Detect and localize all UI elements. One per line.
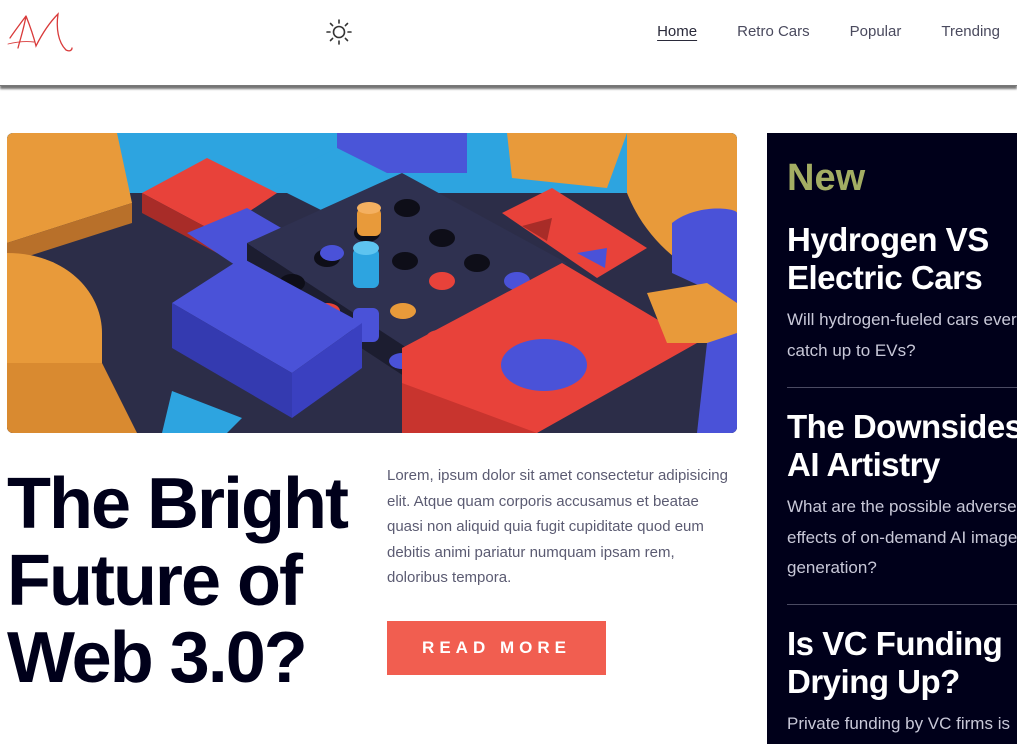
new-article-item[interactable]: Is VC Funding Drying Up? Private funding… — [787, 625, 1017, 744]
new-article-summary: Will hydrogen-fueled cars ever catch up … — [787, 310, 1017, 360]
nav-home[interactable]: Home — [657, 22, 697, 42]
nav-retro-cars[interactable]: Retro Cars — [737, 22, 810, 42]
new-article-summary: What are the possible adverse effects of… — [787, 497, 1017, 577]
read-more-button[interactable]: READ MORE — [387, 621, 606, 675]
divider — [787, 604, 1017, 605]
new-article-item[interactable]: The Downsides of AI Artistry What are th… — [787, 408, 1017, 584]
new-article-title[interactable]: The Downsides of AI Artistry — [787, 408, 1017, 484]
new-section-title: New — [787, 157, 866, 199]
abstract-3d-blocks-image-icon — [7, 133, 737, 433]
new-article-item[interactable]: Hydrogen VS Electric Cars Will hydrogen-… — [787, 221, 1017, 366]
sun-icon[interactable] — [325, 18, 353, 46]
article-excerpt: Lorem, ipsum dolor sit amet consectetur … — [387, 467, 728, 586]
article-headline[interactable]: The Bright Future of Web 3.0? — [7, 466, 377, 697]
headline-line-3: Web 3.0? — [7, 618, 308, 698]
new-article-title[interactable]: Is VC Funding Drying Up? — [787, 625, 1017, 701]
divider — [787, 387, 1017, 388]
headline-line-1: The Bright — [7, 464, 349, 544]
new-article-summary: Private funding by VC firms is down — [787, 714, 1010, 733]
new-articles-panel: New Hydrogen VS Electric Cars Will hydro… — [767, 133, 1017, 744]
nav-trending[interactable]: Trending — [941, 22, 1000, 42]
handwritten-m-logo-icon[interactable] — [6, 8, 76, 56]
hero-image — [7, 133, 737, 433]
headline-line-2: Future of — [7, 541, 303, 621]
main-nav: Home Retro Cars Popular Trending — [617, 22, 1000, 42]
nav-popular[interactable]: Popular — [850, 22, 902, 42]
site-header: Home Retro Cars Popular Trending — [0, 0, 1017, 86]
new-article-title[interactable]: Hydrogen VS Electric Cars — [787, 221, 1017, 297]
